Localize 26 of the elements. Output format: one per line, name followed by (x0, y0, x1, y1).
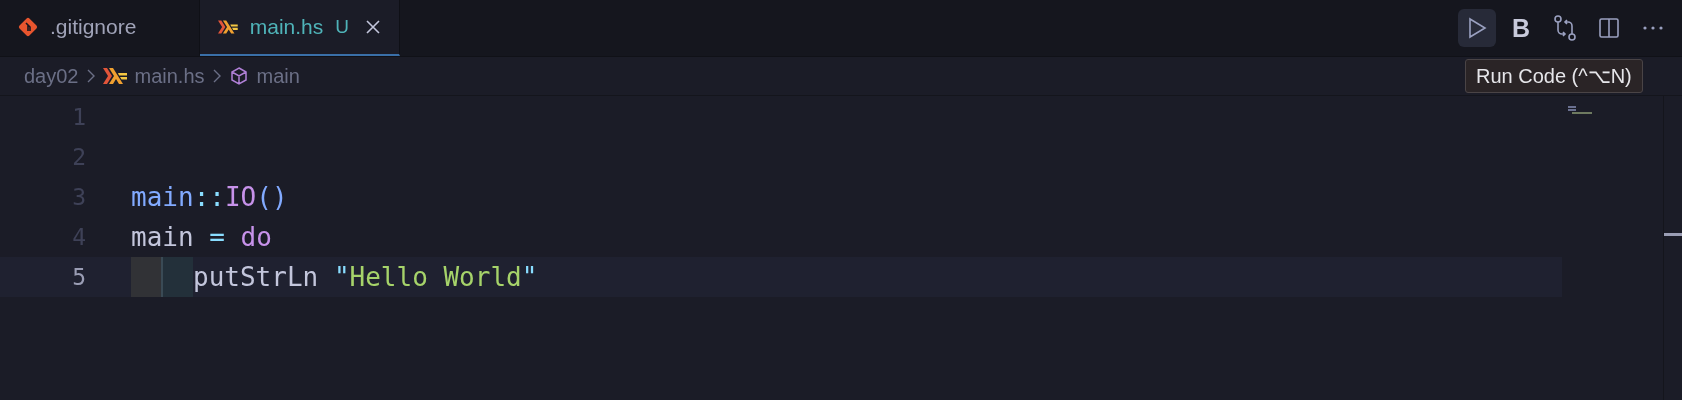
line-number: 5 (71, 264, 86, 290)
bold-button[interactable]: B (1502, 9, 1540, 47)
code-text: main = do (131, 222, 272, 252)
chevron-icon (86, 69, 95, 83)
cursor-marker (1664, 233, 1682, 236)
run-button[interactable] (1458, 9, 1496, 47)
more-icon (1642, 25, 1664, 31)
haskell-icon (102, 68, 127, 84)
editor-tab[interactable]: main.hs U (200, 0, 400, 56)
cube-icon (228, 66, 249, 86)
haskell-icon (218, 19, 238, 35)
play-icon (1467, 17, 1487, 39)
tooltip: Run Code (^⌥N) (1465, 59, 1643, 93)
close-icon (365, 19, 381, 35)
breadcrumb-item[interactable]: main (256, 64, 300, 88)
close-button[interactable] (365, 19, 381, 35)
split-editor-icon (1598, 17, 1620, 39)
breadcrumb-item[interactable]: day02 (24, 64, 79, 88)
indent-guide (161, 257, 193, 297)
breadcrumb-item[interactable]: main.hs (134, 64, 205, 88)
chevron-icon (212, 69, 221, 83)
code-text: main::IO() (131, 182, 288, 212)
compare-icon (1553, 15, 1577, 41)
indent-guide (131, 257, 161, 297)
code-text: putStrLn "Hello World" (193, 262, 538, 292)
untracked-label: U (335, 16, 349, 38)
